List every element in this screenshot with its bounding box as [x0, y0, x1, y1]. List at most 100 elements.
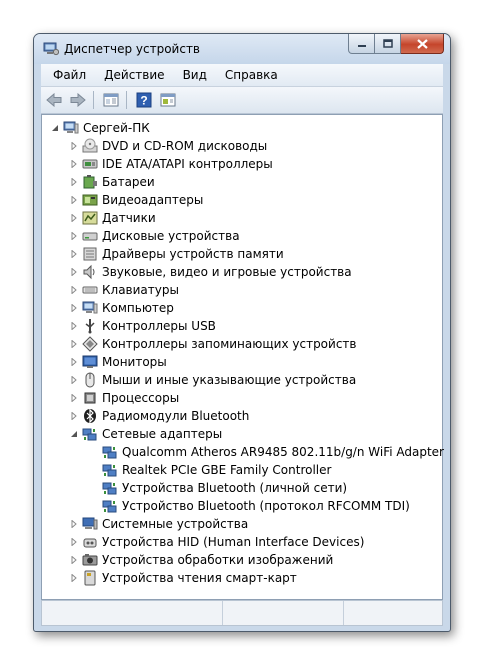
menu-view[interactable]: Вид	[177, 68, 213, 82]
tree-item-label: Контроллеры USB	[102, 319, 216, 333]
ide-controller-icon	[82, 156, 98, 172]
imaging-device-icon	[82, 552, 98, 568]
device-item[interactable]: Realtek PCIe GBE Family Controller	[89, 461, 331, 479]
device-category[interactable]: Процессоры	[69, 389, 179, 407]
device-category[interactable]: Дисковые устройства	[69, 227, 240, 245]
status-cell	[344, 601, 442, 625]
battery-icon	[82, 174, 98, 190]
menu-help[interactable]: Справка	[219, 68, 284, 82]
maximize-button[interactable]	[375, 34, 401, 54]
expand-arrow-icon[interactable]	[69, 141, 79, 151]
tree-item-label: Сетевые адаптеры	[102, 427, 223, 441]
speaker-icon	[82, 264, 98, 280]
menu-action[interactable]: Действие	[98, 68, 170, 82]
menu-bar: Файл Действие Вид Справка	[41, 64, 443, 87]
close-button[interactable]	[401, 34, 444, 54]
expand-arrow-icon[interactable]	[69, 321, 79, 331]
title-bar[interactable]: Диспетчер устройств	[34, 34, 450, 64]
device-tree[interactable]: Сергей-ПК DVD и CD-ROM дисководы IDE ATA/A…	[41, 114, 444, 600]
display-adapter-icon	[82, 192, 98, 208]
collapse-arrow-icon[interactable]	[50, 123, 60, 133]
device-category[interactable]: Видеоадаптеры	[69, 191, 203, 209]
tree-item-label: Мыши и иные указывающие устройства	[102, 373, 357, 387]
device-category[interactable]: Контроллеры USB	[69, 317, 216, 335]
storage-controller-icon	[82, 336, 98, 352]
expand-arrow-icon[interactable]	[69, 159, 79, 169]
tree-item-label: Устройства Bluetooth (личной сети)	[122, 481, 348, 495]
expand-arrow-icon[interactable]	[69, 195, 79, 205]
tree-item-label: DVD и CD-ROM дисководы	[102, 139, 268, 153]
expand-arrow-icon[interactable]	[69, 249, 79, 259]
panel-icon	[103, 93, 119, 107]
keyboard-icon	[82, 282, 98, 298]
menu-file[interactable]: Файл	[47, 68, 92, 82]
expand-arrow-icon[interactable]	[69, 213, 79, 223]
expand-arrow-icon[interactable]	[69, 177, 79, 187]
expand-arrow-icon[interactable]	[69, 393, 79, 403]
tree-root[interactable]: Сергей-ПК	[50, 119, 150, 137]
expand-arrow-icon[interactable]	[69, 303, 79, 313]
device-category[interactable]: Системные устройства	[69, 515, 248, 533]
minimize-button[interactable]	[348, 34, 375, 54]
device-category[interactable]: Устройства обработки изображений	[69, 551, 333, 569]
device-category[interactable]: Сетевые адаптеры	[69, 425, 222, 443]
device-category[interactable]: Мыши и иные указывающие устройства	[69, 371, 356, 389]
expand-arrow-icon[interactable]	[69, 267, 79, 277]
expand-arrow-icon[interactable]	[69, 357, 79, 367]
computer-icon	[82, 300, 98, 316]
tree-item-label: Сергей-ПК	[83, 121, 150, 135]
device-category[interactable]: IDE ATA/ATAPI контроллеры	[69, 155, 273, 173]
device-category[interactable]: Мониторы	[69, 353, 167, 371]
tree-item-label: Устройства обработки изображений	[102, 553, 334, 567]
expand-arrow-icon[interactable]	[69, 555, 79, 565]
device-category[interactable]: Клавиатуры	[69, 281, 179, 299]
tree-item-label: Видеоадаптеры	[102, 193, 204, 207]
mouse-icon	[82, 372, 98, 388]
usb-icon	[82, 318, 98, 334]
expand-arrow-icon[interactable]	[69, 285, 79, 295]
system-device-icon	[82, 516, 98, 532]
caption-buttons	[348, 34, 444, 54]
forward-button[interactable]	[67, 89, 89, 111]
tree-item-label: Дисковые устройства	[102, 229, 240, 243]
tree-item-label: Realtek PCIe GBE Family Controller	[122, 463, 332, 477]
tree-item-label: Радиомодули Bluetooth	[102, 409, 250, 423]
device-category[interactable]: DVD и CD-ROM дисководы	[69, 137, 267, 155]
tree-item-label: Устройства HID (Human Interface Devices)	[102, 535, 365, 549]
device-category[interactable]: Компьютер	[69, 299, 174, 317]
expand-arrow-icon[interactable]	[69, 339, 79, 349]
device-category[interactable]: Устройства чтения смарт-карт	[69, 569, 297, 587]
device-category[interactable]: Датчики	[69, 209, 156, 227]
expand-arrow-icon[interactable]	[69, 537, 79, 547]
device-category[interactable]: Устройства HID (Human Interface Devices)	[69, 533, 364, 551]
tree-item-label: Мониторы	[102, 355, 167, 369]
minimize-icon	[357, 44, 366, 47]
tree-item-label: Контроллеры запоминающих устройств	[102, 337, 357, 351]
expand-arrow-icon[interactable]	[69, 573, 79, 583]
arrow-left-icon	[46, 93, 62, 107]
properties-button[interactable]	[157, 89, 179, 111]
expand-arrow-icon[interactable]	[69, 231, 79, 241]
device-item[interactable]: Устройства Bluetooth (личной сети)	[89, 479, 347, 497]
device-category[interactable]: Радиомодули Bluetooth	[69, 407, 249, 425]
device-category[interactable]: Батареи	[69, 173, 155, 191]
help-button[interactable]: ?	[133, 89, 155, 111]
status-cell	[42, 601, 223, 625]
device-item[interactable]: Устройство Bluetooth (протокол RFCOMM TD…	[89, 497, 410, 515]
collapse-arrow-icon[interactable]	[69, 429, 79, 439]
device-category[interactable]: Звуковые, видео и игровые устройства	[69, 263, 352, 281]
show-hide-console-tree-button[interactable]	[100, 89, 122, 111]
back-button[interactable]	[43, 89, 65, 111]
expand-arrow-icon[interactable]	[69, 375, 79, 385]
expand-arrow-icon[interactable]	[69, 519, 79, 529]
device-category[interactable]: Контроллеры запоминающих устройств	[69, 335, 356, 353]
hid-icon	[82, 534, 98, 550]
device-item[interactable]: Qualcomm Atheros AR9485 802.11b/g/n WiFi…	[89, 443, 444, 461]
device-category[interactable]: Драйверы устройств памяти	[69, 245, 284, 263]
tree-item-label: Батареи	[102, 175, 155, 189]
expand-arrow-icon[interactable]	[69, 411, 79, 421]
